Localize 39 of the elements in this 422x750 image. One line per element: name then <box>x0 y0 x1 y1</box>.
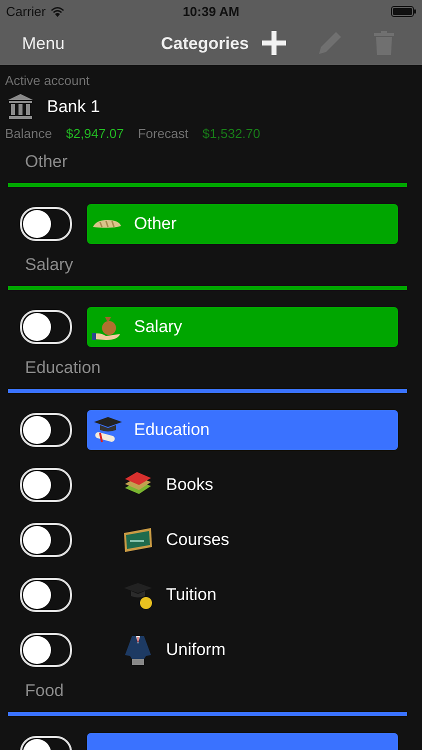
plus-icon <box>262 30 286 54</box>
toggle-switch[interactable] <box>20 523 72 557</box>
category-name: Other <box>134 214 177 234</box>
battery-icon <box>390 6 416 16</box>
clock-label: 10:39 AM <box>182 4 240 18</box>
toggle-switch[interactable] <box>20 578 72 612</box>
add-button[interactable] <box>262 30 288 56</box>
bread-icon <box>92 218 122 230</box>
bank-icon <box>8 94 33 119</box>
section-header: Education <box>25 358 101 378</box>
jacket-icon <box>123 635 153 665</box>
cap-coin-icon <box>123 580 153 610</box>
section-header: Food <box>25 681 64 701</box>
forecast-value: $1,532.70 <box>202 126 260 141</box>
subcategory-item[interactable]: Courses <box>123 520 230 560</box>
toggle-switch[interactable] <box>20 468 72 502</box>
section-header: Salary <box>25 255 74 275</box>
category-bar[interactable]: Education <box>87 410 398 450</box>
subcategory-item[interactable]: Uniform <box>123 630 226 670</box>
toggle-switch[interactable] <box>20 310 72 344</box>
forecast-label: Forecast <box>138 126 188 141</box>
subcategory-item[interactable]: Tuition <box>123 575 216 615</box>
section-header: Other <box>25 152 68 172</box>
screen-title: Categories <box>161 34 249 54</box>
balance-label: Balance <box>5 126 52 141</box>
subcategory-item[interactable]: Books <box>123 465 214 505</box>
wifi-icon <box>50 6 65 16</box>
graduation-cap-icon <box>92 415 122 445</box>
category-name: Salary <box>134 317 182 337</box>
account-name: Bank 1 <box>47 96 100 116</box>
account-caption: Active account <box>5 73 91 88</box>
chalkboard-icon <box>123 527 153 553</box>
toggle-switch[interactable] <box>20 413 72 447</box>
balance-value: $2,947.07 <box>66 126 124 141</box>
menu-button[interactable]: Menu <box>22 34 65 54</box>
category-name: Education <box>134 420 210 440</box>
toggle-switch[interactable] <box>20 207 72 241</box>
toggle-switch[interactable] <box>20 633 72 667</box>
carrier-label: Carrier <box>6 4 46 18</box>
